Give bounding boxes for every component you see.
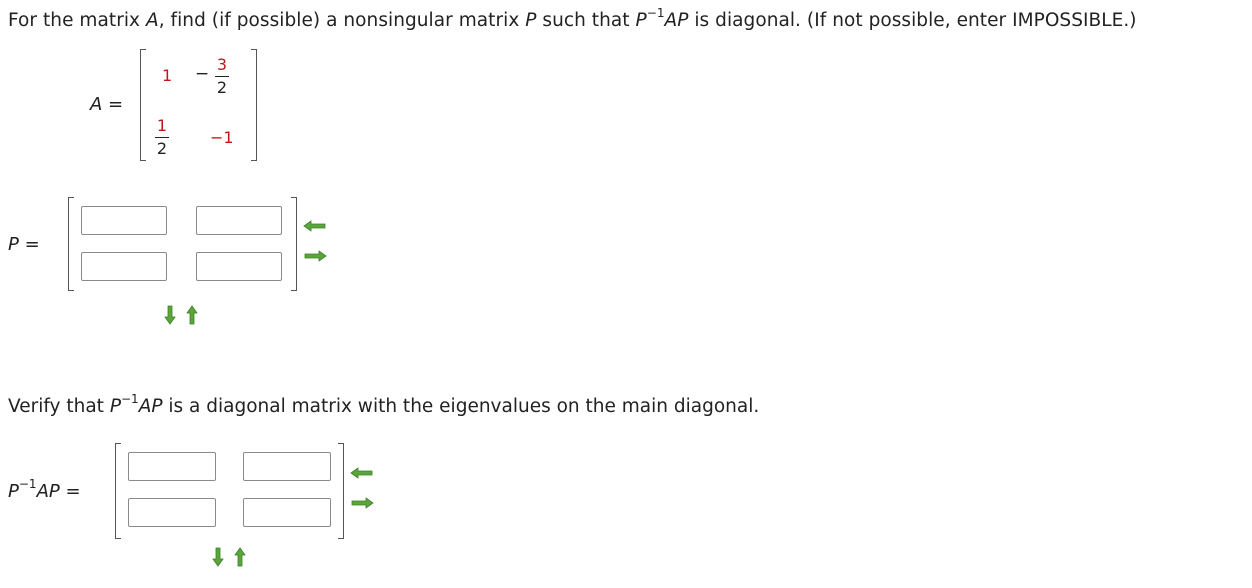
question-part: , find (if possible) a nonsingular matri… [158, 10, 526, 31]
var-p: P [8, 481, 19, 502]
var-p: P [635, 10, 647, 31]
remove-column-arrow-icon[interactable] [350, 467, 374, 479]
matrix-p-right-bracket [291, 197, 297, 291]
matrix-d-left-bracket [115, 443, 121, 539]
matrix-a-entry-22: −1 [210, 128, 234, 147]
question-text: For the matrix A, find (if possible) a n… [8, 7, 1137, 31]
superscript: −1 [646, 6, 665, 20]
equals-sign: = [18, 234, 40, 255]
matrix-d-input-11[interactable] [128, 452, 216, 481]
matrix-p-input-11[interactable] [81, 206, 167, 235]
fraction-numerator: 1 [156, 116, 168, 135]
add-row-arrow-icon[interactable] [234, 547, 246, 567]
superscript: −1 [120, 392, 139, 406]
matrix-a-left-bracket [140, 49, 146, 161]
matrix-p-input-22[interactable] [196, 252, 282, 281]
fraction-bar [215, 76, 229, 77]
add-column-arrow-icon[interactable] [303, 250, 327, 262]
var-ap: AP [664, 10, 689, 31]
equals-sign: = [59, 481, 81, 502]
var-a: A [90, 94, 103, 115]
fraction-denominator: 2 [156, 139, 168, 158]
equals-sign: = [102, 94, 124, 115]
fraction-bar [155, 137, 169, 138]
var-p: P [8, 234, 19, 255]
question-part: is diagonal. (If not possible, enter IMP… [688, 10, 1137, 31]
matrix-a-right-bracket [251, 49, 257, 161]
var-p: P [109, 396, 121, 417]
add-column-arrow-icon[interactable] [350, 497, 374, 509]
remove-column-arrow-icon[interactable] [303, 220, 327, 232]
matrix-p-left-bracket [68, 197, 74, 291]
remove-row-arrow-icon[interactable] [164, 305, 176, 325]
matrix-p-input-21[interactable] [81, 252, 167, 281]
fraction-numerator: 3 [216, 55, 228, 74]
verify-part: Verify that [8, 396, 110, 417]
remove-row-arrow-icon[interactable] [212, 547, 224, 567]
matrix-d-input-12[interactable] [243, 452, 331, 481]
add-row-arrow-icon[interactable] [186, 305, 198, 325]
var-p: P [525, 10, 537, 31]
var-a: A [145, 10, 159, 31]
superscript: −1 [18, 477, 37, 491]
matrix-a-label: A = [90, 94, 123, 115]
matrix-a-entry-21: 1 2 [155, 117, 169, 158]
var-ap: AP [36, 481, 60, 502]
matrix-d-input-22[interactable] [243, 498, 331, 527]
matrix-a-entry-11: 1 [162, 66, 173, 85]
question-part: such that [536, 10, 636, 31]
matrix-d-input-21[interactable] [128, 498, 216, 527]
verify-text: Verify that P−1AP is a diagonal matrix w… [8, 393, 760, 417]
matrix-a-entry-12-sign: − [195, 64, 210, 84]
verify-part: is a diagonal matrix with the eigenvalue… [162, 396, 760, 417]
matrix-d-right-bracket [338, 443, 344, 539]
matrix-d-label: P−1AP = [8, 478, 81, 502]
var-ap: AP [138, 396, 163, 417]
question-part: For the matrix [8, 10, 146, 31]
matrix-p-input-12[interactable] [196, 206, 282, 235]
matrix-p-label: P = [8, 234, 40, 255]
fraction-denominator: 2 [216, 78, 228, 97]
matrix-a-entry-12: 3 2 [215, 56, 229, 97]
